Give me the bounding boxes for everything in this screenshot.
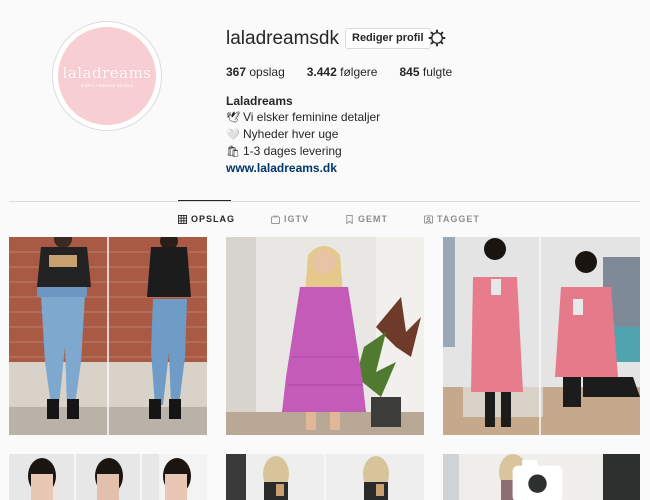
post-tile[interactable] [443,454,640,500]
bio-name: Laladreams [226,94,293,108]
bio-line-2: 🤍 Nyheder hver uge [226,126,380,143]
tab-posts-label: OPSLAG [191,214,236,224]
shopping-bags-icon: 🛍 [226,146,240,158]
tab-tagged-label: TAGGET [437,214,480,224]
post-tile[interactable] [226,454,424,500]
avatar-tagline: SIMPLY FEMININE DETAILS [80,84,134,88]
tab-saved-label: GEMT [358,214,389,224]
following-stat[interactable]: 845 fulgte [399,65,452,79]
carousel-icon [512,459,563,500]
posts-label: opslag [249,65,285,79]
post-tile[interactable] [443,237,640,435]
followers-count: 3.442 [306,65,337,79]
profile-stats: 367 opslag 3.442 følgere 845 fulgte [226,65,452,79]
tab-igtv-label: IGTV [284,214,310,224]
bio-line-3-text: 1-3 dages levering [243,144,342,158]
bookmark-icon [346,214,353,224]
tagged-icon [424,214,434,224]
post-tile[interactable] [9,454,207,500]
active-tab-indicator [178,200,231,201]
avatar-logo-text: laladreams [62,64,152,82]
bio-website-link[interactable]: www.laladreams.dk [226,160,380,176]
profile-avatar[interactable]: laladreams SIMPLY FEMININE DETAILS [52,21,162,131]
tab-saved[interactable]: GEMT [345,214,388,224]
profile-bio: Laladreams 🕊 Vi elsker feminine detaljer … [226,93,380,176]
post-photo [9,454,207,500]
posts-count: 367 [226,65,247,79]
followers-stat[interactable]: 3.442 følgere [307,65,378,79]
dove-icon: 🕊 [226,112,240,124]
tab-tagged[interactable]: TAGGET [424,214,480,224]
post-tile[interactable] [9,237,207,435]
following-label: fulgte [422,65,453,79]
grid-icon [178,214,187,224]
post-tile[interactable] [226,237,424,435]
bio-line-3: 🛍 1-3 dages levering [226,143,380,160]
post-photo [226,237,424,435]
bio-line-2-text: Nyheder hver uge [243,127,339,141]
following-count: 845 [399,65,420,79]
bio-line-1: 🕊 Vi elsker feminine detaljer [226,109,380,126]
tabs-divider [9,201,640,202]
edit-profile-button[interactable]: Rediger profil [345,28,431,49]
igtv-icon [271,214,281,224]
post-photo [226,454,424,500]
profile-username: laladreamsdk [226,28,339,49]
white-heart-icon: 🤍 [226,129,240,141]
tab-igtv[interactable]: IGTV [271,214,309,224]
gear-icon[interactable] [428,29,446,47]
bio-line-1-text: Vi elsker feminine detaljer [243,110,381,124]
post-photo [9,237,207,435]
profile-tabs: OPSLAG IGTV GEMT TAGGET [178,214,516,224]
post-photo [443,237,640,435]
tab-posts[interactable]: OPSLAG [178,214,235,224]
avatar-image: laladreams SIMPLY FEMININE DETAILS [58,27,156,125]
posts-stat: 367 opslag [226,65,285,79]
followers-label: følgere [340,65,378,79]
